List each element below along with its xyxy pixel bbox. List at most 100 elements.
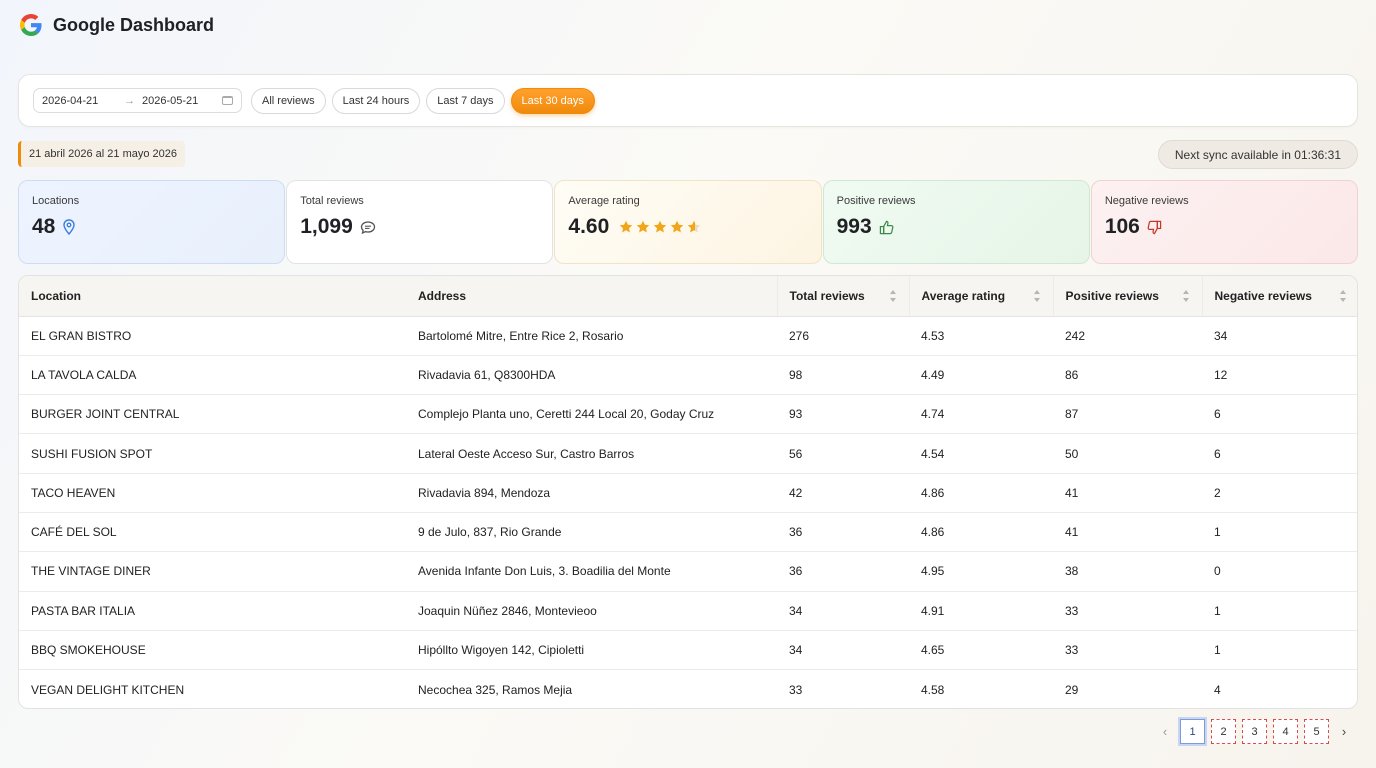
cell-address: Avenida Infante Don Luis, 3. Boadilia de… [406, 551, 777, 592]
cell-positive-reviews: 41 [1053, 473, 1202, 513]
preset-all-reviews[interactable]: All reviews [251, 87, 326, 114]
preset-last-7-days[interactable]: Last 7 days [426, 87, 505, 114]
sort-icon[interactable] [1340, 290, 1347, 302]
cell-average-rating: 4.74 [909, 394, 1053, 435]
preset-last-30-days[interactable]: Last 30 days [510, 87, 595, 114]
cell-average-rating: 4.95 [909, 551, 1053, 592]
stat-value: 993 [836, 215, 872, 238]
cell-location: VEGAN DELIGHT KITCHEN [31, 682, 185, 697]
filter-bar: 2026-04-21 → 2026-05-21 All reviews Last… [18, 74, 1358, 127]
column-header-address[interactable]: Address [406, 276, 777, 317]
next-page-icon[interactable]: › [1334, 718, 1354, 745]
period-label: 21 abril 2026 al 21 mayo 2026 [18, 141, 185, 167]
stat-card-average-rating: Average rating 4.60 [554, 180, 822, 264]
cell-average-rating: 4.86 [909, 512, 1053, 553]
table-row[interactable]: BBQ SMOKEHOUSE Hipóllto Wigoyen 142, Cipi… [19, 630, 1357, 671]
locations-table: Location Address Total reviews Average r… [18, 275, 1358, 709]
date-to[interactable]: 2026-05-21 [142, 95, 222, 107]
cell-positive-reviews: 242 [1053, 316, 1202, 356]
cell-negative-reviews: 1 [1202, 591, 1357, 631]
star-icon [688, 220, 701, 233]
cell-address: 9 de Julo, 837, Rio Grande [406, 512, 777, 553]
page-button-4[interactable]: 4 [1273, 719, 1298, 744]
table-row[interactable]: EL GRAN BISTRO Bartolomé Mitre, Entre Ric… [19, 316, 1357, 356]
column-header-location[interactable]: Location [19, 276, 406, 317]
table-row[interactable]: VEGAN DELIGHT KITCHEN Necochea 325, Ramos… [19, 670, 1357, 708]
stat-value: 4.60 [568, 215, 610, 238]
cell-positive-reviews: 29 [1065, 682, 1079, 697]
cell-negative-reviews: 0 [1202, 551, 1357, 592]
date-from[interactable]: 2026-04-21 [42, 95, 124, 107]
stat-label: Positive reviews [836, 195, 916, 207]
cell-total-reviews: 33 [789, 682, 803, 697]
cell-negative-reviews: 12 [1202, 355, 1357, 396]
preset-last-24-hours[interactable]: Last 24 hours [331, 87, 421, 114]
location-pin-icon [63, 219, 76, 235]
stat-label: Total reviews [300, 195, 364, 207]
cell-positive-reviews: 50 [1053, 433, 1202, 474]
thumbs-up-icon [879, 220, 894, 234]
table-row[interactable]: CAFÉ DEL SOL 9 de Julo, 837, Rio Grande 36… [19, 512, 1357, 553]
cell-total-reviews: 56 [777, 433, 909, 474]
page-button-2[interactable]: 2 [1211, 719, 1236, 744]
chat-bubble-icon [360, 220, 375, 234]
stat-value: 48 [32, 215, 56, 238]
thumbs-down-icon [1147, 220, 1162, 234]
cell-positive-reviews: 86 [1053, 355, 1202, 396]
cell-address: Rivadavia 894, Mendoza [406, 473, 777, 513]
table-row[interactable]: BURGER JOINT CENTRAL Complejo Planta uno,… [19, 394, 1357, 435]
page-button-1[interactable]: 1 [1178, 717, 1207, 746]
cell-address: Lateral Oeste Acceso Sur, Castro Barros [406, 433, 777, 474]
cell-average-rating: 4.86 [909, 473, 1053, 513]
column-header-label: Total reviews [789, 288, 865, 303]
column-header-positive-reviews[interactable]: Positive reviews [1052, 276, 1202, 317]
sort-icon[interactable] [889, 290, 897, 302]
sort-icon[interactable] [1182, 290, 1190, 302]
app-header: Google Dashboard [20, 12, 214, 38]
cell-positive-reviews: 38 [1053, 551, 1202, 592]
table-row[interactable]: LA TAVOLA CALDA Rivadavia 61, Q8300HDA 98 4… [19, 355, 1357, 396]
cell-average-rating: 4.58 [921, 682, 945, 697]
column-header-label: Positive reviews [1065, 288, 1159, 303]
stats-cards: Locations 48 Total reviews 1,099 Average… [18, 180, 1359, 264]
cell-address: Complejo Planta uno, Ceretti 244 Local 2… [406, 394, 777, 435]
column-header-total-reviews[interactable]: Total reviews [776, 276, 909, 317]
page-button-5[interactable]: 5 [1304, 719, 1329, 744]
column-header-label: Average rating [921, 288, 1006, 303]
sort-icon[interactable] [1033, 290, 1041, 302]
cell-total-reviews: 98 [777, 355, 909, 396]
column-header-negative-reviews[interactable]: Negative reviews [1201, 276, 1357, 317]
cell-address: Bartolomé Mitre, Entre Rice 2, Rosario [406, 316, 777, 356]
cell-total-reviews: 34 [777, 630, 909, 671]
stat-label: Average rating [568, 195, 640, 207]
google-logo-icon [20, 14, 42, 36]
cell-location: SUSHI FUSION SPOT [19, 433, 406, 474]
cell-negative-reviews: 1 [1202, 512, 1357, 553]
cell-average-rating: 4.53 [909, 316, 1053, 356]
stat-value: 1,099 [300, 215, 353, 238]
arrow-right-icon: → [124, 94, 135, 107]
cell-positive-reviews: 33 [1053, 630, 1202, 671]
cell-positive-reviews: 41 [1053, 512, 1202, 553]
cell-negative-reviews: 4 [1214, 682, 1221, 697]
table-row[interactable]: THE VINTAGE DINER Avenida Infante Don Lui… [19, 551, 1357, 592]
cell-average-rating: 4.91 [909, 591, 1053, 631]
cell-average-rating: 4.54 [909, 433, 1053, 474]
table-row[interactable]: PASTA BAR ITALIA Joaquin Nüñez 2846, Mont… [19, 591, 1357, 631]
cell-location: LA TAVOLA CALDA [19, 355, 406, 396]
table-row[interactable]: SUSHI FUSION SPOT Lateral Oeste Acceso Su… [19, 433, 1357, 474]
cell-average-rating: 4.65 [909, 630, 1053, 671]
cell-total-reviews: 276 [777, 316, 909, 356]
cell-positive-reviews: 87 [1053, 394, 1202, 435]
table-row[interactable]: TACO HEAVEN Rivadavia 894, Mendoza 42 4.86 4… [19, 473, 1357, 513]
cell-average-rating: 4.49 [909, 355, 1053, 396]
cell-total-reviews: 36 [777, 551, 909, 592]
column-header-average-rating[interactable]: Average rating [908, 276, 1053, 317]
column-header-label: Negative reviews [1214, 288, 1312, 303]
prev-page-icon[interactable]: ‹ [1155, 718, 1175, 745]
page-button-3[interactable]: 3 [1242, 719, 1267, 744]
cell-negative-reviews: 6 [1202, 394, 1357, 435]
calendar-icon[interactable] [222, 96, 233, 105]
cell-positive-reviews: 33 [1053, 591, 1202, 631]
date-range-picker[interactable]: 2026-04-21 → 2026-05-21 [33, 88, 242, 113]
